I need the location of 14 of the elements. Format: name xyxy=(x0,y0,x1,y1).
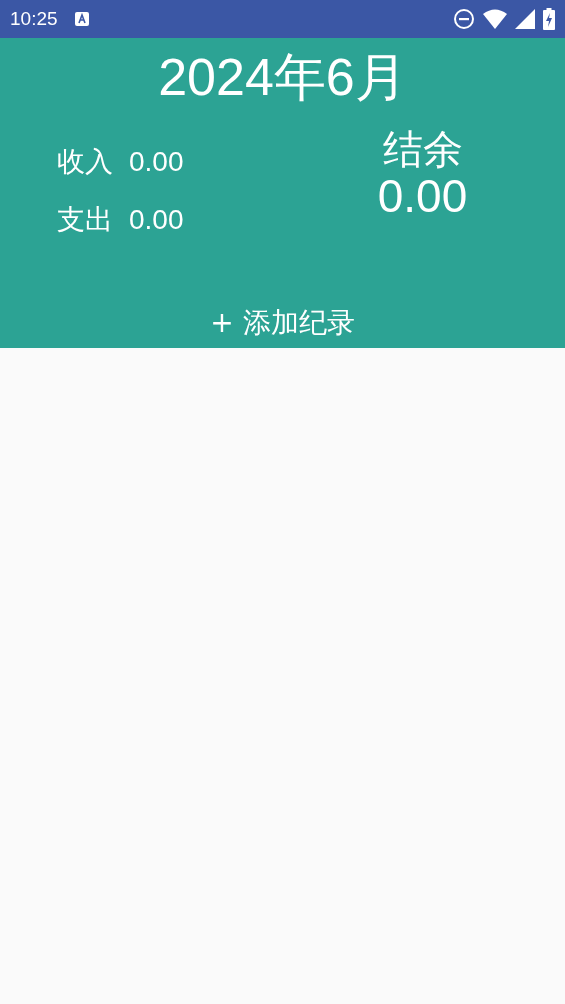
do-not-disturb-icon xyxy=(453,8,475,30)
wifi-icon xyxy=(483,9,507,29)
total-value: 0.00 xyxy=(129,145,184,179)
add-record-button[interactable]: + 添加纪录 xyxy=(204,302,361,344)
balance-value: 0.00 xyxy=(377,171,468,222)
total-label: 收入 xyxy=(57,144,113,180)
notification-icon xyxy=(73,11,90,27)
status-time: 10:25 xyxy=(10,6,58,31)
balance-label: 结余 xyxy=(382,127,463,171)
total-label: 支出 xyxy=(57,202,113,238)
battery-icon xyxy=(543,8,555,30)
signal-icon xyxy=(515,9,535,29)
total-value: 0.00 xyxy=(129,203,184,237)
month-title: 2024年6月 xyxy=(158,48,407,106)
